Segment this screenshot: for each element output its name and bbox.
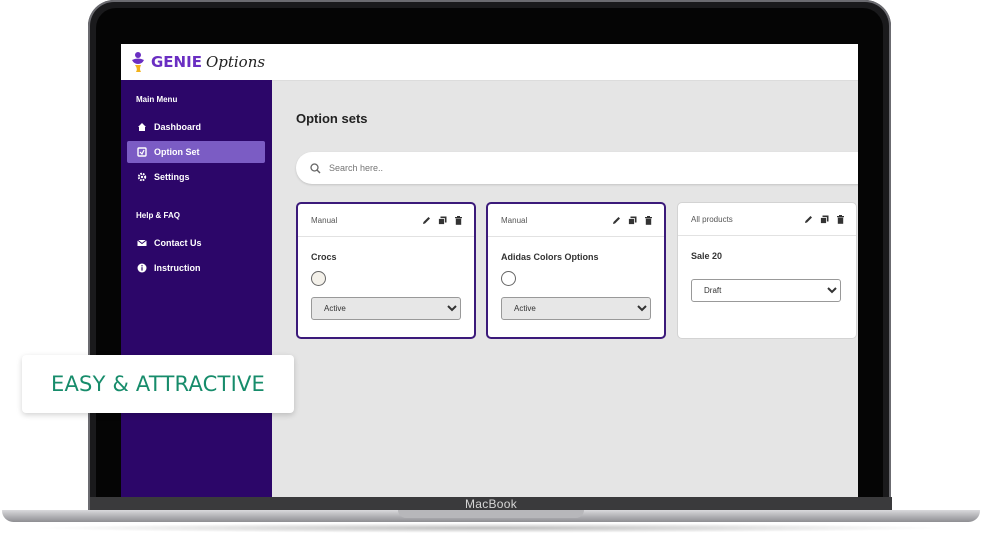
badge-text: EASY & ATTRACTIVE xyxy=(51,372,265,396)
app-logo[interactable]: GENIE Options xyxy=(121,44,272,80)
duplicate-icon[interactable] xyxy=(819,214,830,225)
search-input[interactable] xyxy=(327,162,631,174)
sidebar-item-label: Settings xyxy=(154,172,190,182)
option-set-card[interactable]: Manual Adidas Colors Options Active xyxy=(486,202,666,339)
option-set-icon xyxy=(136,146,148,158)
delete-icon[interactable] xyxy=(835,214,846,225)
sidebar-item-settings[interactable]: Settings xyxy=(127,166,265,188)
product-thumbnail xyxy=(501,271,516,286)
logo-genie-text: GENIE xyxy=(151,53,202,71)
option-set-card[interactable]: All products Sale 20 Draft xyxy=(677,202,857,339)
status-select[interactable]: Draft xyxy=(691,279,841,302)
laptop-notch xyxy=(398,510,584,518)
card-title: Crocs xyxy=(311,252,337,262)
delete-icon[interactable] xyxy=(643,215,654,226)
edit-icon[interactable] xyxy=(611,215,622,226)
delete-icon[interactable] xyxy=(453,215,464,226)
card-title: Adidas Colors Options xyxy=(501,252,599,262)
status-select[interactable]: Active xyxy=(311,297,461,320)
sidebar-item-label: Contact Us xyxy=(154,238,202,248)
sidebar-item-contact-us[interactable]: Contact Us xyxy=(127,232,265,254)
edit-icon[interactable] xyxy=(421,215,432,226)
mail-icon xyxy=(136,237,148,249)
status-select[interactable]: Active xyxy=(501,297,651,320)
duplicate-icon[interactable] xyxy=(437,215,448,226)
card-type-label: Manual xyxy=(311,215,338,225)
home-icon xyxy=(136,121,148,133)
logo-options-text: Options xyxy=(205,53,266,71)
help-heading: Help & FAQ xyxy=(136,211,181,220)
edit-icon[interactable] xyxy=(803,214,814,225)
sidebar-item-label: Dashboard xyxy=(154,122,202,132)
search-icon xyxy=(310,162,321,173)
main-content: Option sets Manual Crocs Active xyxy=(272,80,858,497)
sidebar: Main Menu Dashboard Option Set Settings … xyxy=(121,80,272,497)
top-bar: GENIE Options xyxy=(121,44,858,81)
product-thumbnail xyxy=(311,271,326,286)
info-icon xyxy=(136,262,148,274)
app-screen: GENIE Options Main Menu Dashboard Option… xyxy=(121,44,858,497)
sidebar-item-dashboard[interactable]: Dashboard xyxy=(127,116,265,138)
search-bar[interactable] xyxy=(296,152,858,184)
option-set-card[interactable]: Manual Crocs Active xyxy=(296,202,476,339)
sidebar-item-option-set[interactable]: Option Set xyxy=(127,141,265,163)
card-type-label: All products xyxy=(691,214,733,224)
gear-icon xyxy=(136,171,148,183)
feature-badge: EASY & ATTRACTIVE xyxy=(22,355,294,413)
genie-lamp-icon xyxy=(132,52,144,72)
sidebar-item-label: Option Set xyxy=(154,147,200,157)
device-brand-label: MacBook xyxy=(464,497,518,511)
page-title: Option sets xyxy=(296,111,368,126)
card-header: Manual xyxy=(298,204,474,237)
card-title: Sale 20 xyxy=(691,251,723,261)
duplicate-icon[interactable] xyxy=(627,215,638,226)
card-header: All products xyxy=(678,203,856,236)
laptop-base: MacBook xyxy=(0,497,982,545)
card-type-label: Manual xyxy=(501,215,528,225)
main-menu-heading: Main Menu xyxy=(136,95,178,104)
sidebar-item-instruction[interactable]: Instruction xyxy=(127,257,265,279)
sidebar-item-label: Instruction xyxy=(154,263,201,273)
card-header: Manual xyxy=(488,204,664,237)
